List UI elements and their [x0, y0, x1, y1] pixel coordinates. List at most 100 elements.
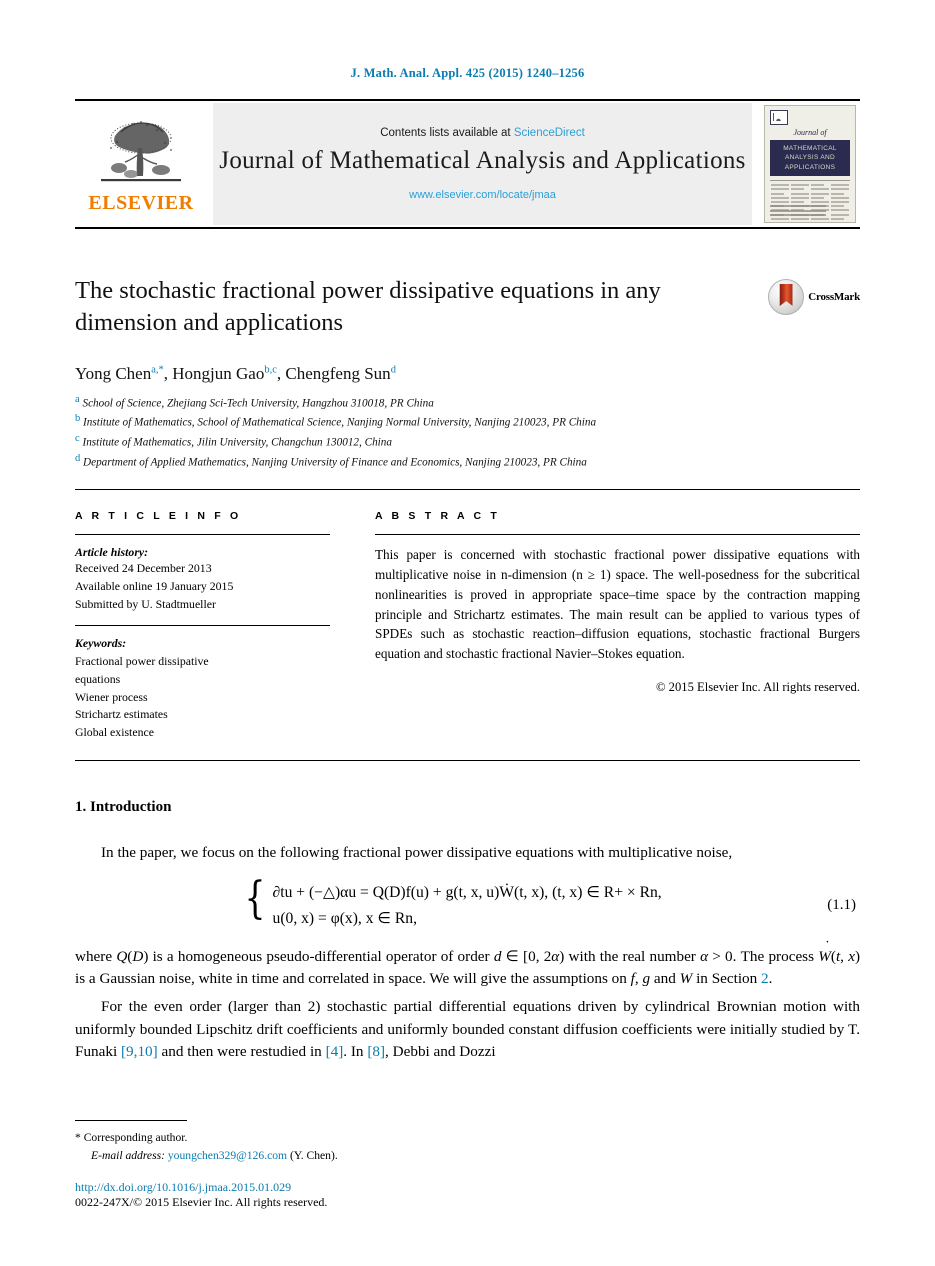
email-link[interactable]: youngchen329@126.com [168, 1149, 287, 1162]
affiliation-marker: a [75, 393, 80, 405]
keywords-rule [75, 625, 330, 627]
article-history-label: Article history: [75, 545, 149, 560]
cover-divider [770, 180, 850, 182]
history-received: Received 24 December 2013 [75, 561, 212, 576]
info-bottom-rule [75, 759, 860, 761]
abstract-rule [375, 534, 860, 536]
affiliation-d: d Department of Applied Mathematics, Nan… [75, 452, 860, 472]
keyword-item: equations [75, 671, 121, 686]
equation-line-2: u(0, x) = φ(x), x ∈ Rn, [272, 909, 417, 927]
affiliation-marker: c [75, 432, 80, 444]
affiliation-marker: b [75, 413, 81, 425]
contents-available-line: Contents lists available at ScienceDirec… [380, 127, 585, 139]
introduction-section: 1. Introduction In the paper, we focus o… [75, 799, 860, 1064]
paper-page: J. Math. Anal. Appl. 425 (2015) 1240–125… [0, 0, 935, 1266]
keyword-item: Global existence [75, 725, 154, 740]
abstract-heading: A B S T R A C T [375, 510, 500, 523]
section-ref-2[interactable]: 2 [761, 970, 769, 987]
cover-publisher-icon [770, 110, 788, 125]
crossmark-badge[interactable]: CrossMark [768, 279, 860, 315]
abstract-column: A B S T R A C T This paper is concerned … [360, 510, 860, 742]
equation-lines: ∂tu + (−△)αu = Q(D)f(u) + g(t, x, u)Ẇ(t,… [273, 880, 662, 931]
p2-seg-a: where [75, 947, 117, 965]
affiliation-text: Institute of Mathematics, School of Math… [83, 417, 597, 430]
affiliation-text: Institute of Mathematics, Jilin Universi… [82, 436, 392, 449]
page-footer: * Corresponding author. E-mail address: … [75, 1120, 860, 1210]
keyword-list: Fractional power dissipative equations W… [75, 653, 330, 741]
abstract-text: This paper is concerned with stochastic … [375, 547, 860, 662]
crossmark-icon [768, 279, 805, 315]
p3-seg-d: , Debbi and Dozzi [385, 1042, 496, 1060]
author-list: Yong Chena,*, Hongjun Gaob,c, Chengfeng … [75, 363, 396, 383]
affiliation-a: a School of Science, Zhejiang Sci-Tech U… [75, 393, 860, 413]
journal-banner: Contents lists available at ScienceDirec… [213, 103, 752, 225]
journal-cover-thumbnail: Journal of MATHEMATICAL ANALYSIS AND APP… [760, 101, 860, 227]
citation-ref-8[interactable]: [8] [367, 1043, 385, 1060]
doi-link[interactable]: http://dx.doi.org/10.1016/j.jmaa.2015.01… [75, 1180, 860, 1195]
keyword-item: Strichartz estimates [75, 707, 168, 722]
p2-seg-c: with the real number [564, 947, 701, 965]
email-note: E-mail address: youngchen329@126.com (Y.… [75, 1147, 860, 1164]
p2-seg-f: in Section [692, 969, 762, 987]
issn-copyright: 0022-247X/© 2015 Elsevier Inc. All right… [75, 1195, 328, 1209]
equation-line-1: ∂tu + (−△)αu = Q(D)f(u) + g(t, x, u)Ẇ(t,… [272, 884, 662, 902]
intro-paragraph-3: For the even order (larger than 2) stoch… [75, 996, 860, 1063]
article-info-rule [75, 534, 330, 536]
elsevier-wordmark: ELSEVIER [88, 191, 194, 214]
email-suffix: (Y. Chen). [289, 1148, 338, 1162]
cover-footer-lines [770, 205, 850, 218]
info-abstract-block: A R T I C L E I N F O Article history: R… [75, 510, 860, 742]
publisher-logo: ELSEVIER [75, 101, 207, 227]
author-affil-marker[interactable]: a,* [151, 364, 164, 375]
corresponding-text: Corresponding author. [83, 1131, 188, 1145]
corresponding-author-note: * Corresponding author. [75, 1129, 860, 1146]
article-info-heading: A R T I C L E I N F O [75, 510, 242, 523]
affiliation-c: c Institute of Mathematics, Jilin Univer… [75, 432, 860, 452]
equation-1-1: { ∂tu + (−△)αu = Q(D)f(u) + g(t, x, u)Ẇ(… [75, 873, 860, 931]
equation-brace: { [244, 873, 266, 925]
affiliation-text: Department of Applied Mathematics, Nanji… [83, 456, 587, 469]
cover-image: Journal of MATHEMATICAL ANALYSIS AND APP… [764, 105, 856, 223]
keyword-item: Wiener process [75, 689, 148, 704]
cover-script-title: Journal of [793, 128, 827, 137]
title-row: The stochastic fractional power dissipat… [75, 275, 860, 340]
section-title-introduction: 1. Introduction [75, 798, 172, 815]
elsevier-tree-icon [95, 118, 187, 192]
footnote-rule [75, 1120, 187, 1122]
cover-band-title: MATHEMATICAL ANALYSIS AND APPLICATIONS [770, 140, 850, 177]
contents-prefix: Contents lists available at [380, 127, 514, 139]
journal-homepage-link[interactable]: www.elsevier.com/locate/jmaa [409, 189, 556, 201]
p2-seg-b: is a homogeneous pseudo-differential ope… [148, 947, 494, 965]
page-title: The stochastic fractional power dissipat… [75, 277, 661, 337]
p3-seg-b: and then were restudied in [157, 1042, 326, 1060]
equation-number: (1.1) [827, 897, 856, 914]
article-info-column: A R T I C L E I N F O Article history: R… [75, 510, 360, 742]
history-submitted-by: Submitted by U. Stadtmueller [75, 596, 216, 611]
author-affil-marker[interactable]: b,c [264, 364, 277, 375]
running-head: J. Math. Anal. Appl. 425 (2015) 1240–125… [350, 66, 585, 80]
email-label: E-mail address: [91, 1148, 165, 1162]
p2-seg-e: is a Gaussian noise, white in time and c… [75, 969, 631, 987]
affiliation-b: b Institute of Mathematics, School of Ma… [75, 412, 860, 432]
p2-seg-d: . The process [732, 947, 819, 965]
affiliation-marker: d [75, 452, 81, 464]
sciencedirect-link[interactable]: ScienceDirect [514, 127, 585, 139]
citation-ref-4[interactable]: [4] [326, 1043, 344, 1060]
intro-paragraph-2: where Q(D) is a homogeneous pseudo-diffe… [75, 935, 860, 991]
affiliation-text: School of Science, Zhejiang Sci-Tech Uni… [82, 397, 434, 410]
keyword-item: Fractional power dissipative [75, 654, 209, 669]
affiliation-list: a School of Science, Zhejiang Sci-Tech U… [75, 393, 860, 472]
keywords-label: Keywords: [75, 636, 127, 651]
equation-body: { ∂tu + (−△)αu = Q(D)f(u) + g(t, x, u)Ẇ(… [75, 873, 827, 931]
author-affil-marker[interactable]: d [391, 364, 396, 375]
journal-title: Journal of Mathematical Analysis and App… [219, 147, 746, 174]
intro-paragraph-1: In the paper, we focus on the following … [101, 843, 733, 861]
journal-masthead: ELSEVIER Contents lists available at Sci… [75, 99, 860, 229]
corresponding-marker: * [75, 1131, 81, 1145]
info-top-rule [75, 489, 860, 491]
abstract-copyright: © 2015 Elsevier Inc. All rights reserved… [655, 680, 860, 694]
p3-seg-c: . In [343, 1042, 368, 1060]
history-available-online: Available online 19 January 2015 [75, 578, 234, 593]
citation-ref-9-10[interactable]: [9,10] [121, 1043, 158, 1060]
crossmark-label: CrossMark [808, 291, 860, 303]
